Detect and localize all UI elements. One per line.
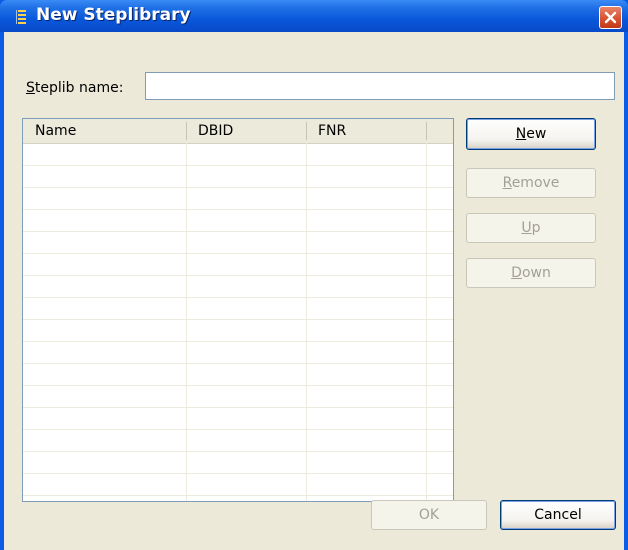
dialog-client-area: Steplib name: Name DBID FNR New Remove U… <box>4 32 624 550</box>
remove-button[interactable]: Remove <box>466 168 596 198</box>
new-button[interactable]: New <box>466 118 596 150</box>
table-row-line <box>23 165 453 166</box>
table-column-line <box>186 143 187 501</box>
table-header: Name DBID FNR <box>23 119 453 144</box>
down-button-label: own <box>521 265 551 281</box>
table-row-line <box>23 473 453 474</box>
table-row-line <box>23 319 453 320</box>
steplib-icon <box>16 10 26 24</box>
table-column-line <box>306 143 307 501</box>
up-button-mnemonic: U <box>521 220 532 236</box>
ok-button[interactable]: OK <box>371 500 487 530</box>
remove-button-mnemonic: R <box>502 175 512 191</box>
column-header-fnr[interactable]: FNR <box>306 119 426 143</box>
up-button-label: p <box>531 220 541 236</box>
steplib-name-input[interactable] <box>145 72 615 100</box>
down-button[interactable]: Down <box>466 258 596 288</box>
table-row-line <box>23 209 453 210</box>
table-row-line <box>23 275 453 276</box>
new-button-mnemonic: N <box>515 126 527 142</box>
column-header-filler <box>426 119 453 143</box>
table-row-line <box>23 385 453 386</box>
close-button[interactable] <box>599 6 622 29</box>
up-button[interactable]: Up <box>466 213 596 243</box>
table-row-line <box>23 407 453 408</box>
remove-button-label: emove <box>511 175 560 191</box>
table-row-line <box>23 187 453 188</box>
table-column-line <box>426 143 427 501</box>
column-header-dbid[interactable]: DBID <box>186 119 306 143</box>
table-row-line <box>23 341 453 342</box>
table-row-line <box>23 297 453 298</box>
title-bar[interactable]: New Steplibrary <box>0 0 628 32</box>
steplib-name-label-rest: teplib name: <box>34 80 124 96</box>
dialog-window: New Steplibrary Steplib name: Name DBID … <box>0 0 628 550</box>
steplib-table[interactable]: Name DBID FNR <box>22 118 454 502</box>
column-header-name[interactable]: Name <box>23 119 186 143</box>
down-button-mnemonic: D <box>511 265 522 281</box>
table-row-line <box>23 451 453 452</box>
table-row-line <box>23 495 453 496</box>
window-title: New Steplibrary <box>36 5 191 25</box>
steplib-name-label: Steplib name: <box>26 80 124 96</box>
table-row-line <box>23 231 453 232</box>
close-icon <box>604 11 617 24</box>
cancel-button[interactable]: Cancel <box>500 500 616 530</box>
table-row-line <box>23 429 453 430</box>
table-row-line <box>23 253 453 254</box>
table-row-line <box>23 363 453 364</box>
new-button-label: ew <box>526 126 547 142</box>
